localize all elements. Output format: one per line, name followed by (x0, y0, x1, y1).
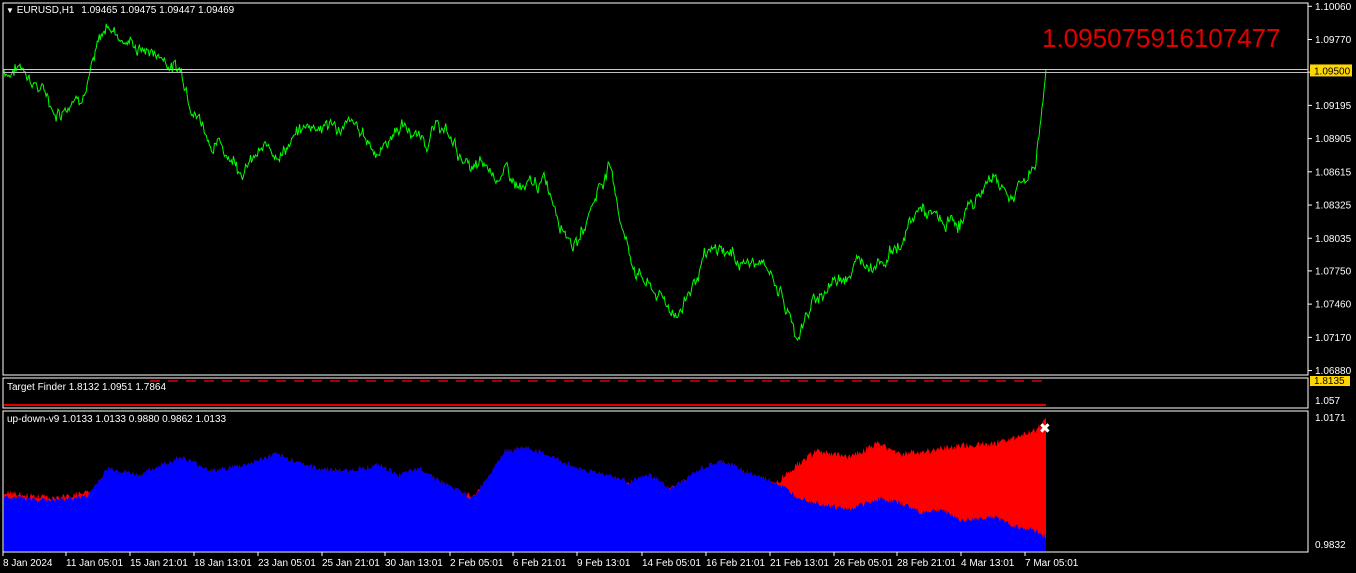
target-value-label: 1.8135 (1314, 376, 1345, 387)
updown-header: up-down-v9 1.0133 1.0133 0.9880 0.9862 1… (7, 414, 227, 425)
y-tick-label: 1.07460 (1315, 300, 1352, 311)
chart-stage: 1.100601.097701.094851.091951.089051.086… (2, 2, 1352, 569)
y-tick-label: 1.08325 (1315, 201, 1352, 212)
x-tick-label: 23 Jan 05:01 (258, 558, 316, 569)
target-low-label: 1.057 (1315, 396, 1340, 407)
updown-bottom-label: 0.9832 (1315, 540, 1346, 551)
main-header: ▼ EURUSD,H1 1.09465 1.09475 1.09447 1.09… (6, 5, 234, 16)
y-tick-label: 1.09770 (1315, 35, 1352, 46)
x-tick-label: 26 Feb 05:01 (834, 558, 893, 569)
y-tick-label: 1.08615 (1315, 167, 1352, 178)
x-tick-label: 7 Mar 05:01 (1025, 558, 1079, 569)
target-panel-frame (2, 377, 1309, 409)
updown-top-label: 1.0171 (1315, 413, 1346, 424)
y-axis: 1.100601.097701.094851.091951.089051.086… (1308, 2, 1352, 551)
x-tick-label: 16 Feb 21:01 (706, 558, 765, 569)
x-tick-label: 9 Feb 13:01 (577, 558, 631, 569)
y-tick-label: 1.08035 (1315, 234, 1352, 245)
x-tick-label: 15 Jan 21:01 (130, 558, 188, 569)
x-tick-label: 30 Jan 13:01 (385, 558, 443, 569)
y-tick-label: 1.07170 (1315, 333, 1352, 344)
x-tick-label: 14 Feb 05:01 (642, 558, 701, 569)
x-tick-label: 8 Jan 2024 (3, 558, 53, 569)
dropdown-triangle-icon[interactable]: ▼ (6, 6, 14, 15)
y-tick-label: 1.07750 (1315, 266, 1352, 277)
x-tick-label: 11 Jan 05:01 (66, 558, 124, 569)
y-tick-label: 1.08905 (1315, 134, 1352, 145)
current-price-label: 1.09500 (1314, 66, 1351, 77)
big-price-label: 1.095075916107477 (1042, 23, 1281, 53)
ohlc-label: 1.09465 1.09475 1.09447 1.09469 (81, 5, 235, 16)
x-tick-label: 6 Feb 21:01 (513, 558, 567, 569)
x-tick-label: 18 Jan 13:01 (194, 558, 252, 569)
x-axis: 8 Jan 2024 11 Jan 05:01 15 Jan 21:01 18 Jan… (2, 552, 1079, 569)
y-tick-label: 1.10060 (1315, 2, 1352, 13)
x-tick-label: 28 Feb 21:01 (897, 558, 956, 569)
symbol-label: EURUSD,H1 (16, 5, 75, 16)
x-tick-label: 21 Feb 13:01 (770, 558, 829, 569)
y-tick-label: 1.09195 (1315, 101, 1352, 112)
main-panel-frame (2, 2, 1309, 376)
x-tick-label: 25 Jan 21:01 (322, 558, 380, 569)
x-tick-label: 2 Feb 05:01 (450, 558, 504, 569)
target-header: Target Finder 1.8132 1.0951 1.7864 (7, 382, 167, 393)
x-tick-label: 4 Mar 13:01 (961, 558, 1015, 569)
close-marker-icon: ✖ (1039, 421, 1051, 437)
